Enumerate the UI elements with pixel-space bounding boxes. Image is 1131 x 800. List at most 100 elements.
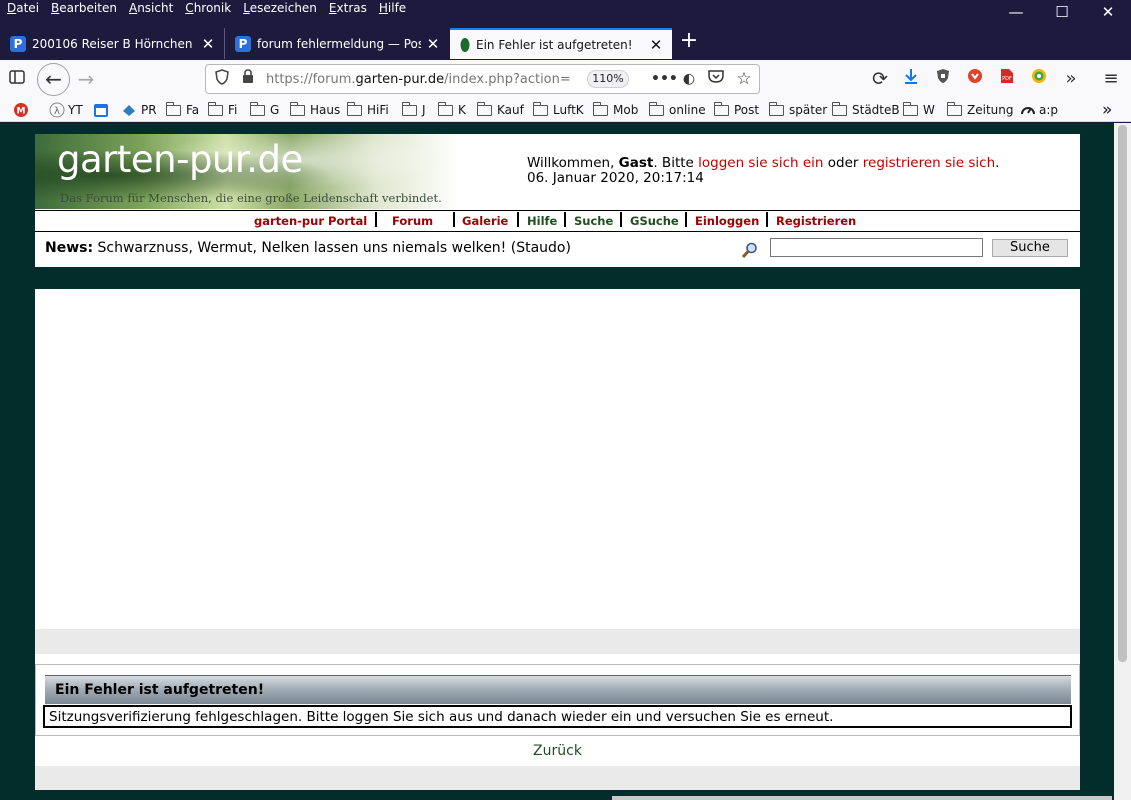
- bookmark-folder-spaeter[interactable]: später: [769, 101, 827, 119]
- forum-nav: garten-pur Portal Forum Galerie Hilfe Su…: [35, 210, 1080, 232]
- nav-portal[interactable]: garten-pur Portal: [254, 214, 367, 228]
- scrollbar-thumb[interactable]: [1118, 125, 1127, 662]
- bookmark-folder-fa[interactable]: Fa: [166, 101, 199, 119]
- zoom-indicator[interactable]: 110%: [587, 70, 629, 88]
- privacy-badger-icon[interactable]: [929, 65, 957, 93]
- menu-extras[interactable]: Extras: [329, 0, 367, 18]
- pocket-icon[interactable]: [706, 69, 726, 89]
- gmail-bookmark-icon[interactable]: M: [13, 101, 29, 119]
- menu-hilfe[interactable]: Hilfe: [379, 0, 406, 18]
- back-link-row: Zurück: [35, 736, 1080, 766]
- bookmark-folder-staedteb[interactable]: StädteB: [832, 101, 900, 119]
- folder-icon: [477, 101, 492, 116]
- menu-chronik[interactable]: Chronik: [185, 0, 231, 18]
- menu-datei[interactable]: Datei: [7, 0, 39, 18]
- page-actions-icon[interactable]: •••: [651, 69, 678, 89]
- svg-text:M: M: [17, 107, 26, 117]
- news-label: News:: [45, 240, 94, 256]
- bookmark-folder-g[interactable]: G: [250, 101, 279, 119]
- menu-lesezeichen[interactable]: Lesezeichen: [243, 0, 317, 18]
- nav-suche[interactable]: Suche: [574, 214, 613, 228]
- shield-icon[interactable]: [212, 69, 232, 89]
- bookmark-folder-kauf[interactable]: Kauf: [477, 101, 524, 119]
- bookmark-folder-fi[interactable]: Fi: [208, 101, 237, 119]
- logo-text: garten-pur.de: [57, 138, 303, 181]
- close-tab-icon[interactable]: ✕: [648, 36, 664, 54]
- bookmarks-bar: M λ YT PR Fa Fi G Haus HiFi J K Kauf Luf…: [0, 98, 1131, 122]
- bookmark-folder-haus[interactable]: Haus: [290, 101, 340, 119]
- nav-separator: [517, 212, 519, 227]
- nav-gsuche[interactable]: GSuche: [630, 214, 679, 228]
- footer-bar: [35, 766, 1080, 790]
- close-tab-icon[interactable]: ✕: [425, 35, 441, 53]
- nav-separator: [620, 212, 622, 227]
- sidebar-toggle-icon[interactable]: [3, 65, 31, 93]
- tab-error-active[interactable]: Ein Fehler ist aufgetreten! ✕: [450, 28, 672, 59]
- bookmark-folder-post[interactable]: Post: [714, 101, 759, 119]
- close-tab-icon[interactable]: ✕: [200, 35, 216, 53]
- forward-button[interactable]: →: [72, 65, 100, 93]
- leaf-favicon-icon: [460, 37, 470, 52]
- bookmark-folder-luftk[interactable]: LuftK: [533, 101, 584, 119]
- nav-separator: [375, 212, 377, 227]
- tab-reiser[interactable]: P 200106 Reiser B Hörnchen — Po ✕: [0, 28, 225, 59]
- pdf-icon[interactable]: PDF: [993, 65, 1021, 93]
- nav-galerie[interactable]: Galerie: [462, 214, 508, 228]
- minimize-button[interactable]: —: [993, 0, 1039, 25]
- forum-search-input[interactable]: [770, 238, 983, 257]
- back-link[interactable]: Zurück: [533, 743, 582, 759]
- bookmark-folder-k[interactable]: K: [438, 101, 466, 119]
- bookmark-folder-online[interactable]: online: [649, 101, 706, 119]
- calendar-bookmark-icon[interactable]: [93, 101, 109, 119]
- download-icon[interactable]: [897, 65, 925, 93]
- bookmark-ap[interactable]: a:p: [1020, 101, 1058, 119]
- bookmark-folder-hifi[interactable]: HiFi: [347, 101, 389, 119]
- folder-icon: [947, 101, 962, 116]
- horizontal-scrollbar[interactable]: [612, 796, 1112, 800]
- nav-hilfe[interactable]: Hilfe: [527, 214, 557, 228]
- ad-area: [35, 289, 1080, 629]
- tab-forum-fehlermeldung[interactable]: P forum fehlermeldung — Postin ✕: [225, 28, 449, 59]
- folder-icon: [438, 101, 453, 116]
- title-bar: Datei Bearbeiten Ansicht Chronik Lesezei…: [0, 0, 1131, 27]
- close-window-button[interactable]: ✕: [1085, 0, 1131, 25]
- menu-bearbeiten[interactable]: Bearbeiten: [51, 0, 117, 18]
- maximize-button[interactable]: ☐: [1039, 0, 1085, 25]
- bookmark-folder-zeitung[interactable]: Zeitung: [947, 101, 1013, 119]
- lambda-icon: λ: [49, 102, 65, 118]
- overflow-chevron-icon[interactable]: »: [1057, 65, 1085, 93]
- nav-separator: [685, 212, 687, 227]
- bookmark-star-icon[interactable]: ☆: [734, 69, 754, 89]
- bookmark-yt[interactable]: λ YT: [49, 101, 83, 119]
- new-tab-button[interactable]: +: [676, 29, 702, 55]
- back-button[interactable]: ←: [37, 63, 70, 96]
- hamburger-menu-icon[interactable]: ≡: [1097, 65, 1125, 93]
- forum-header: garten-pur.de Das Forum für Menschen, di…: [35, 134, 1080, 267]
- nav-forum[interactable]: Forum: [392, 214, 433, 228]
- forum-search-button[interactable]: Suche: [992, 239, 1068, 257]
- lock-icon[interactable]: [238, 69, 258, 89]
- nav-einloggen[interactable]: Einloggen: [695, 214, 759, 228]
- folder-icon: [832, 101, 847, 116]
- bookmarks-overflow-chevron-icon[interactable]: »: [1102, 100, 1112, 120]
- gauge-icon: [1021, 107, 1035, 115]
- folder-icon: [347, 101, 362, 116]
- username: Gast: [618, 155, 654, 171]
- register-link[interactable]: registrieren sie sich: [863, 155, 995, 171]
- window-controls: — ☐ ✕: [993, 0, 1131, 27]
- bookmark-folder-mob[interactable]: Mob: [593, 101, 638, 119]
- site-logo[interactable]: garten-pur.de Das Forum für Menschen, di…: [35, 134, 460, 209]
- vertical-scrollbar[interactable]: [1114, 123, 1131, 800]
- adblock-icon[interactable]: [961, 65, 989, 93]
- bookmark-folder-w[interactable]: W: [903, 101, 935, 119]
- color-extension-icon[interactable]: [1025, 65, 1053, 93]
- nav-registrieren[interactable]: Registrieren: [776, 214, 856, 228]
- bookmark-pr[interactable]: PR: [121, 101, 157, 119]
- menu-ansicht[interactable]: Ansicht: [129, 0, 173, 18]
- bookmark-folder-j[interactable]: J: [402, 101, 426, 119]
- error-header: Ein Fehler ist aufgetreten!: [45, 675, 1071, 704]
- reload-icon[interactable]: ⟳: [866, 65, 894, 93]
- login-link[interactable]: loggen sie sich ein: [698, 155, 823, 171]
- tracking-icon[interactable]: ◐: [679, 69, 699, 89]
- url-bar[interactable]: https://forum.garten-pur.de/index.php?ac…: [205, 64, 760, 94]
